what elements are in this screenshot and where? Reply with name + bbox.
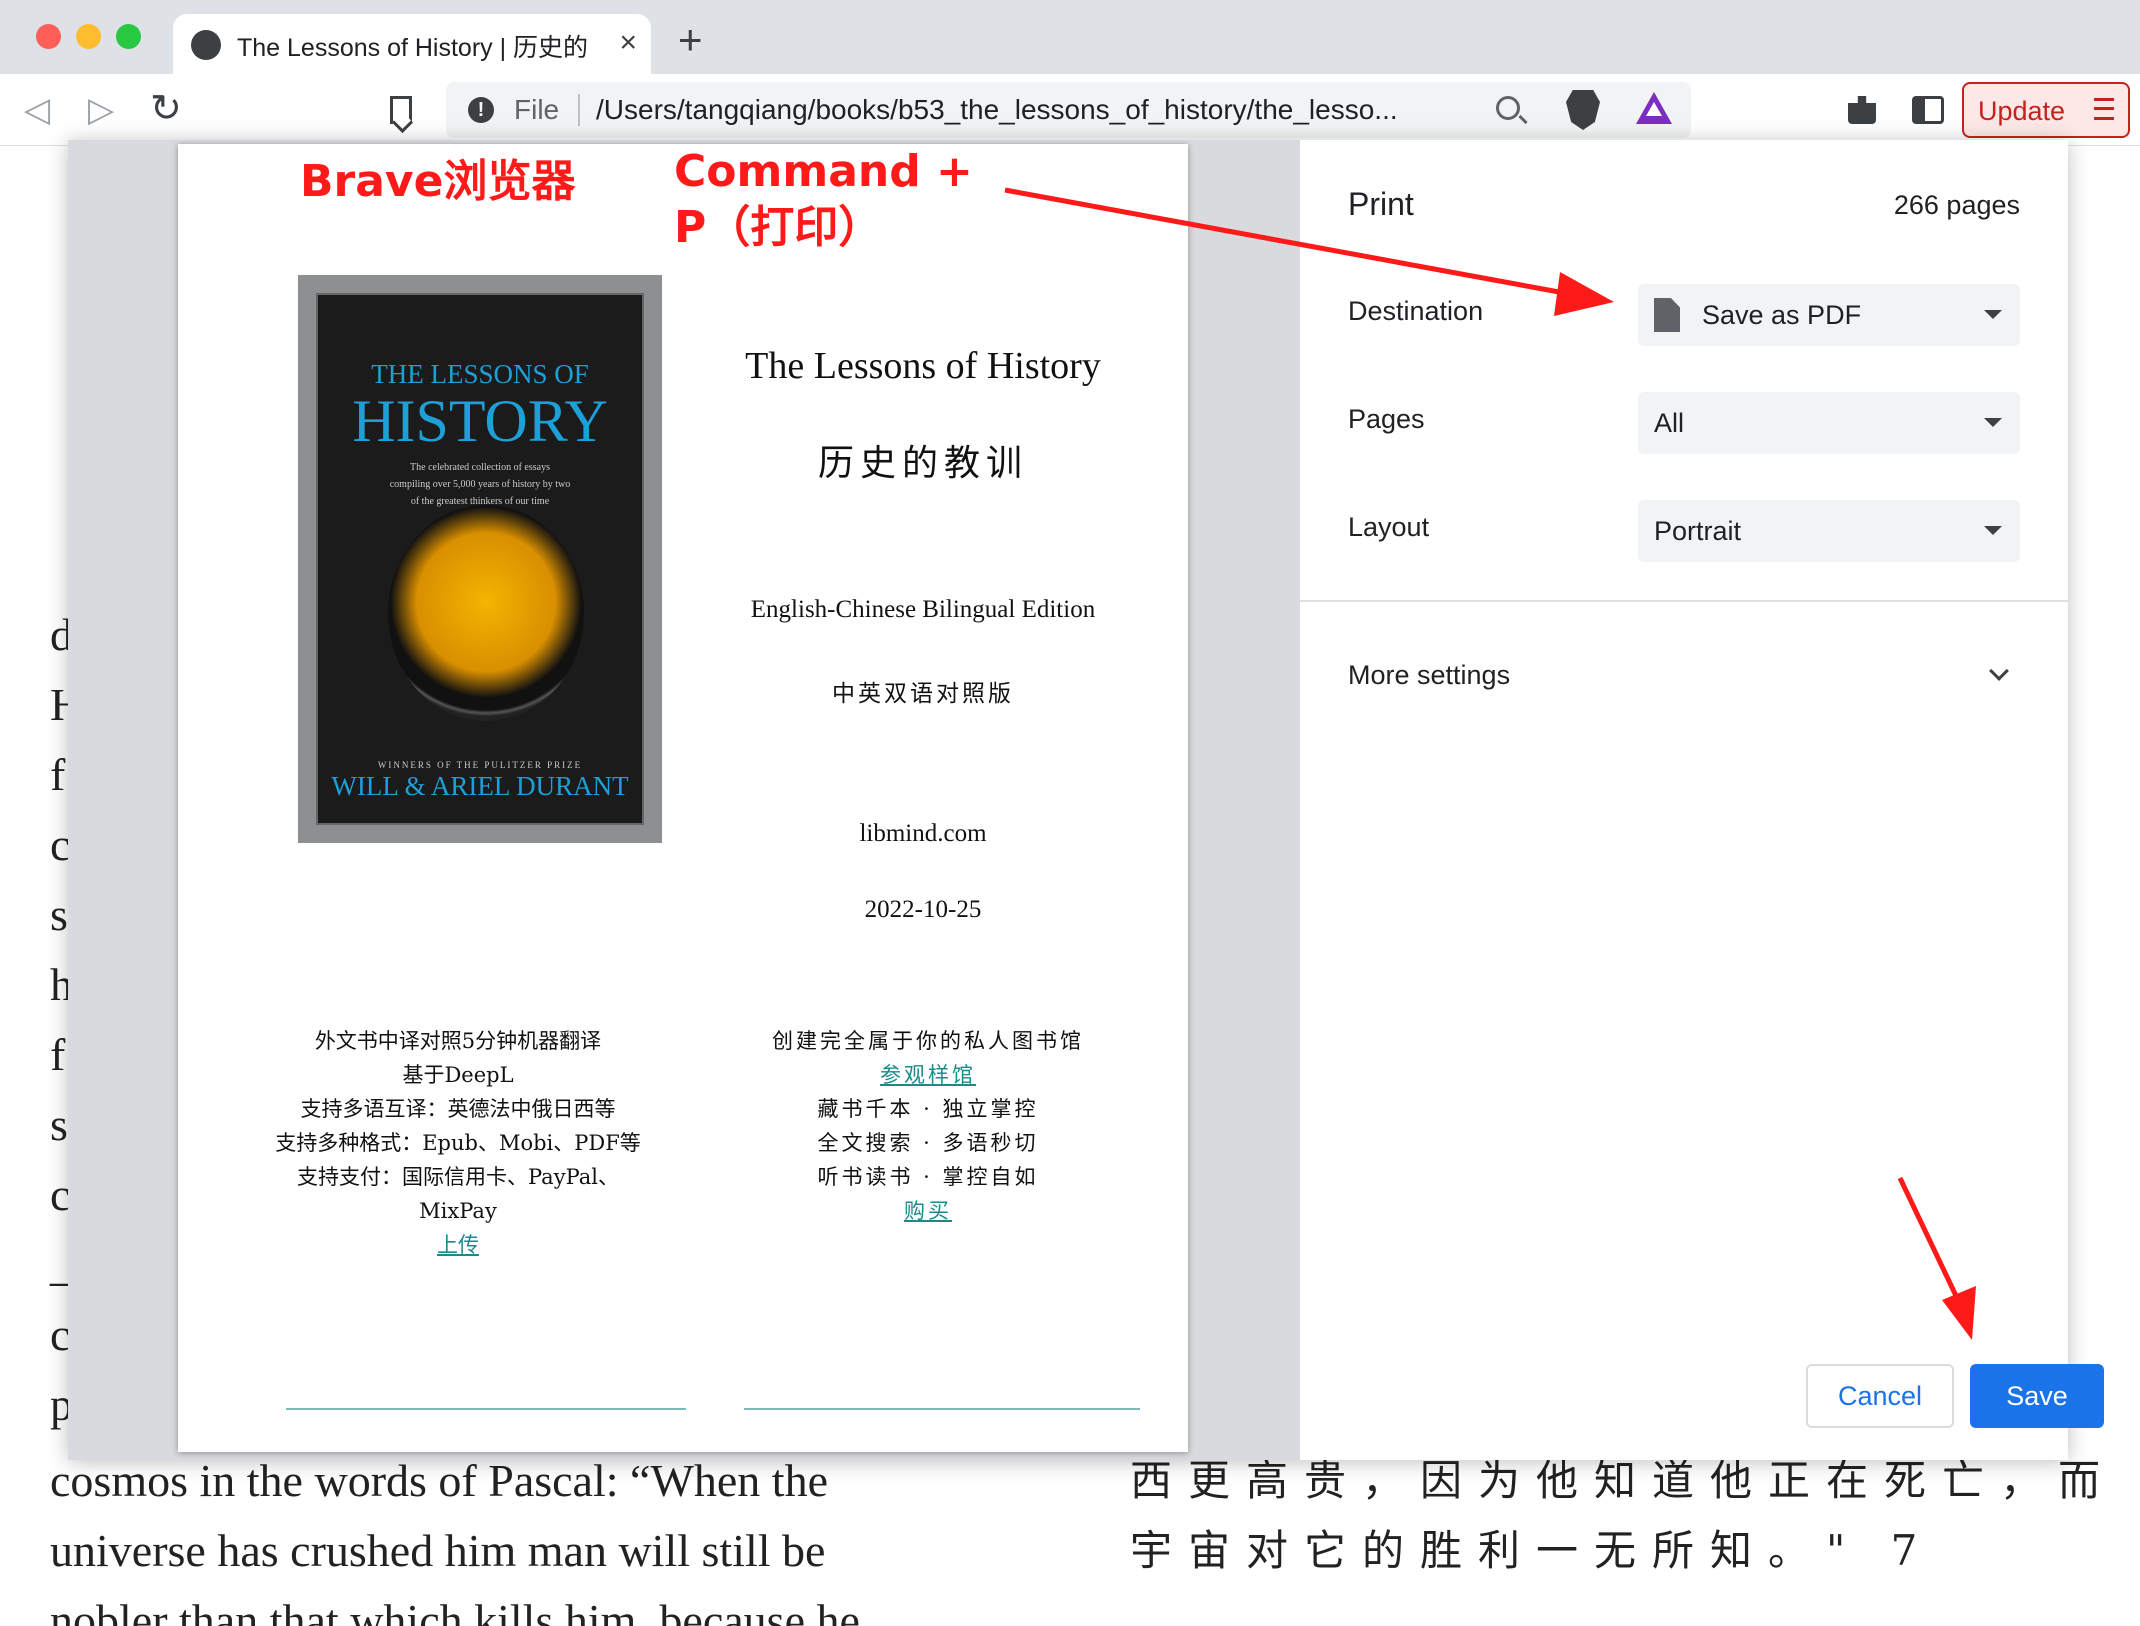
arrow-to-destination xyxy=(1004,187,1614,316)
annotation-arrows xyxy=(1004,187,1976,1340)
arrow-to-save xyxy=(1897,1176,1976,1340)
